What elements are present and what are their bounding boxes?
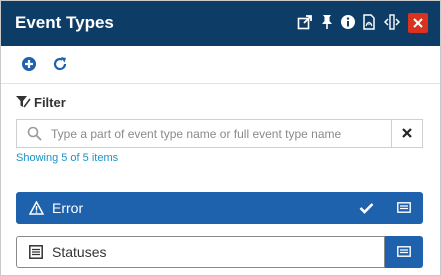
close-icon [413, 18, 423, 28]
list-icon [29, 245, 43, 259]
add-icon [22, 57, 36, 71]
item-label: Error [52, 200, 84, 216]
item-details-button[interactable] [385, 236, 423, 268]
panel-header: Event Types [1, 1, 440, 46]
details-icon [397, 202, 411, 213]
search-input[interactable] [51, 120, 389, 147]
resize-icon[interactable] [384, 14, 400, 30]
event-types-panel: Event Types Filter Type a part of event … [0, 0, 441, 276]
toolbar [1, 46, 440, 84]
warning-icon [29, 201, 44, 215]
filter-label: Filter [34, 95, 66, 110]
clear-icon [402, 128, 412, 138]
filter-icon [16, 96, 31, 108]
refresh-button[interactable] [52, 56, 68, 72]
filter-header[interactable]: Filter [15, 95, 215, 111]
close-button[interactable] [408, 13, 428, 33]
item-details-button[interactable] [385, 192, 423, 224]
search-icon [27, 126, 42, 141]
results-count: Showing 5 of 5 items [16, 152, 119, 164]
search-box [16, 119, 423, 148]
check-icon [359, 203, 374, 214]
refresh-icon [53, 57, 67, 71]
list-item-statuses[interactable]: Statuses [16, 236, 423, 268]
item-select-area[interactable]: Error [16, 192, 385, 224]
clear-search-button[interactable] [392, 120, 422, 147]
external-link-icon[interactable] [297, 14, 313, 30]
add-button[interactable] [21, 56, 37, 72]
info-icon[interactable] [340, 14, 356, 30]
panel-title: Event Types [15, 13, 114, 32]
details-icon [397, 246, 411, 257]
pin-icon[interactable] [319, 14, 335, 30]
pdf-icon[interactable] [361, 14, 377, 30]
item-label: Statuses [52, 244, 107, 260]
list-item-error[interactable]: Error [16, 192, 423, 224]
item-select-area[interactable]: Statuses [16, 236, 385, 268]
